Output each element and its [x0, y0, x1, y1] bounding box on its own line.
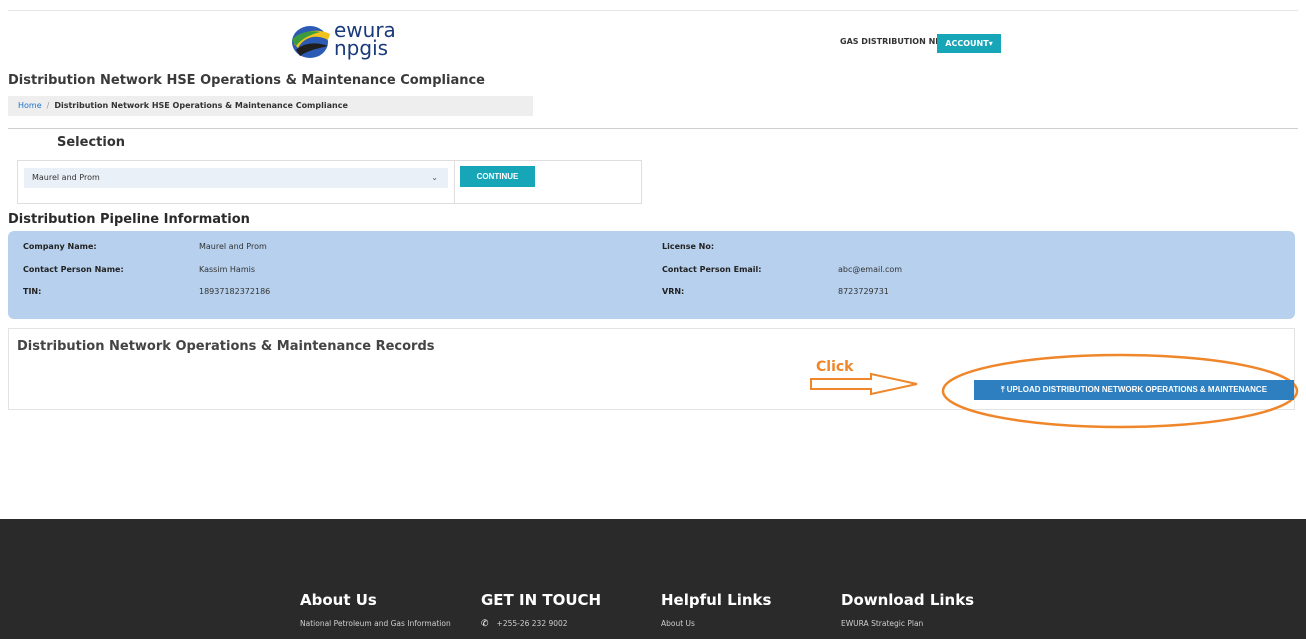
records-heading: Distribution Network Operations & Mainte…	[17, 339, 435, 354]
breadcrumb: Home / Distribution Network HSE Operations…	[8, 96, 533, 116]
selection-panel: Maurel and Prom ⌄ CONTINUE	[17, 160, 642, 204]
license-label: License No:	[662, 242, 715, 251]
top-divider	[8, 10, 1298, 11]
company-name-value: Maurel and Prom	[199, 242, 267, 251]
breadcrumb-current: Distribution Network HSE Operations & Ma…	[54, 101, 348, 110]
company-select-value: Maurel and Prom	[32, 173, 100, 182]
footer-phone-number: +255-26 232 9002	[496, 619, 568, 628]
logo-mark-icon	[292, 26, 330, 58]
records-panel: Distribution Network Operations & Mainte…	[8, 328, 1299, 429]
pipeline-info-heading: Distribution Pipeline Information	[8, 212, 250, 227]
breadcrumb-home-link[interactable]: Home	[18, 101, 42, 110]
footer-about-heading: About Us	[300, 591, 377, 609]
upload-icon: ⤒	[1000, 385, 1005, 394]
footer-download-column: Download Links EWURA Strategic Plan	[841, 591, 974, 630]
annotation-arrow-icon	[810, 372, 918, 396]
tin-value: 18937182372186	[199, 287, 271, 296]
breadcrumb-separator: /	[46, 101, 50, 110]
footer-about-text: National Petroleum and Gas Information	[300, 619, 451, 628]
contact-name-label: Contact Person Name:	[23, 265, 124, 274]
tin-label: TIN:	[23, 287, 42, 296]
page-title: Distribution Network HSE Operations & Ma…	[8, 73, 486, 88]
phone-icon: ✆	[481, 619, 489, 629]
continue-button[interactable]: CONTINUE	[460, 166, 535, 187]
vrn-value: 8723729731	[838, 287, 889, 296]
footer-download-heading: Download Links	[841, 591, 975, 609]
footer-contact-heading: GET IN TOUCH	[481, 591, 602, 609]
chevron-down-icon: ⌄	[431, 173, 438, 182]
selection-divider	[454, 161, 455, 203]
footer-helpful-heading: Helpful Links	[661, 591, 772, 609]
logo-text-npgis: npgis	[334, 36, 389, 60]
contact-name-value: Kassim Hamis	[199, 265, 256, 274]
footer-about-column: About Us National Petroleum and Gas Info…	[300, 591, 451, 630]
footer-phone[interactable]: ✆ +255-26 232 9002	[481, 618, 601, 630]
selection-heading: Selection	[57, 135, 126, 150]
vrn-label: VRN:	[662, 287, 685, 296]
section-divider	[8, 128, 1298, 129]
company-select[interactable]: Maurel and Prom ⌄	[24, 168, 448, 188]
company-name-label: Company Name:	[23, 242, 97, 251]
upload-operations-maintenance-button[interactable]: ⤒ UPLOAD DISTRIBUTION NETWORK OPERATIONS…	[974, 380, 1294, 400]
footer: About Us National Petroleum and Gas Info…	[0, 519, 1306, 639]
pipeline-info-panel: Company Name: Maurel and Prom License No…	[8, 231, 1295, 319]
account-label: ACCOUNT	[945, 39, 989, 48]
footer-link-about-us[interactable]: About Us	[661, 618, 771, 630]
contact-email-value: abc@email.com	[838, 265, 903, 274]
footer-link-strategic-plan[interactable]: EWURA Strategic Plan	[841, 618, 974, 630]
ewura-npgis-logo[interactable]: ewura npgis	[290, 18, 410, 60]
account-dropdown-button[interactable]: ACCOUNT▾	[937, 34, 1001, 53]
footer-contact-column: GET IN TOUCH ✆ +255-26 232 9002	[481, 591, 601, 630]
upload-button-label: UPLOAD DISTRIBUTION NETWORK OPERATIONS &…	[1006, 385, 1268, 394]
footer-helpful-column: Helpful Links About Us	[661, 591, 771, 630]
contact-email-label: Contact Person Email:	[662, 265, 762, 274]
caret-down-icon: ▾	[988, 39, 993, 48]
